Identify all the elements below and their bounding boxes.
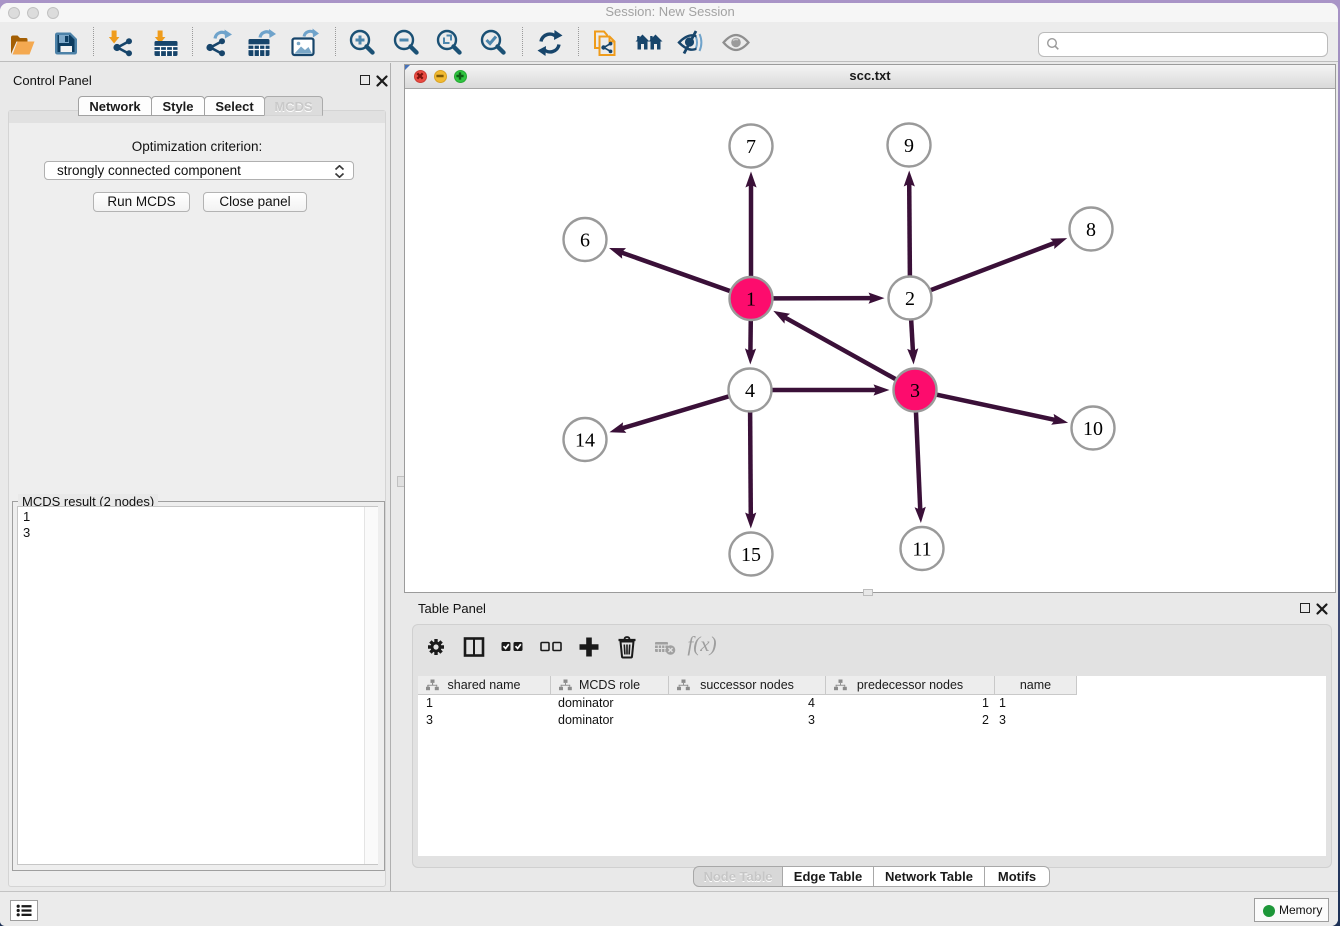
svg-text:3: 3 [910, 380, 920, 402]
svg-text:6: 6 [580, 230, 590, 252]
svg-text:9: 9 [904, 135, 914, 157]
svg-text:11: 11 [912, 539, 931, 561]
svg-text:4: 4 [745, 380, 755, 402]
svg-text:15: 15 [741, 544, 761, 566]
svg-text:8: 8 [1086, 219, 1096, 241]
svg-text:7: 7 [746, 136, 756, 158]
svg-text:1: 1 [746, 289, 756, 311]
svg-text:2: 2 [905, 288, 915, 310]
svg-text:14: 14 [575, 430, 595, 452]
svg-text:10: 10 [1083, 418, 1103, 440]
